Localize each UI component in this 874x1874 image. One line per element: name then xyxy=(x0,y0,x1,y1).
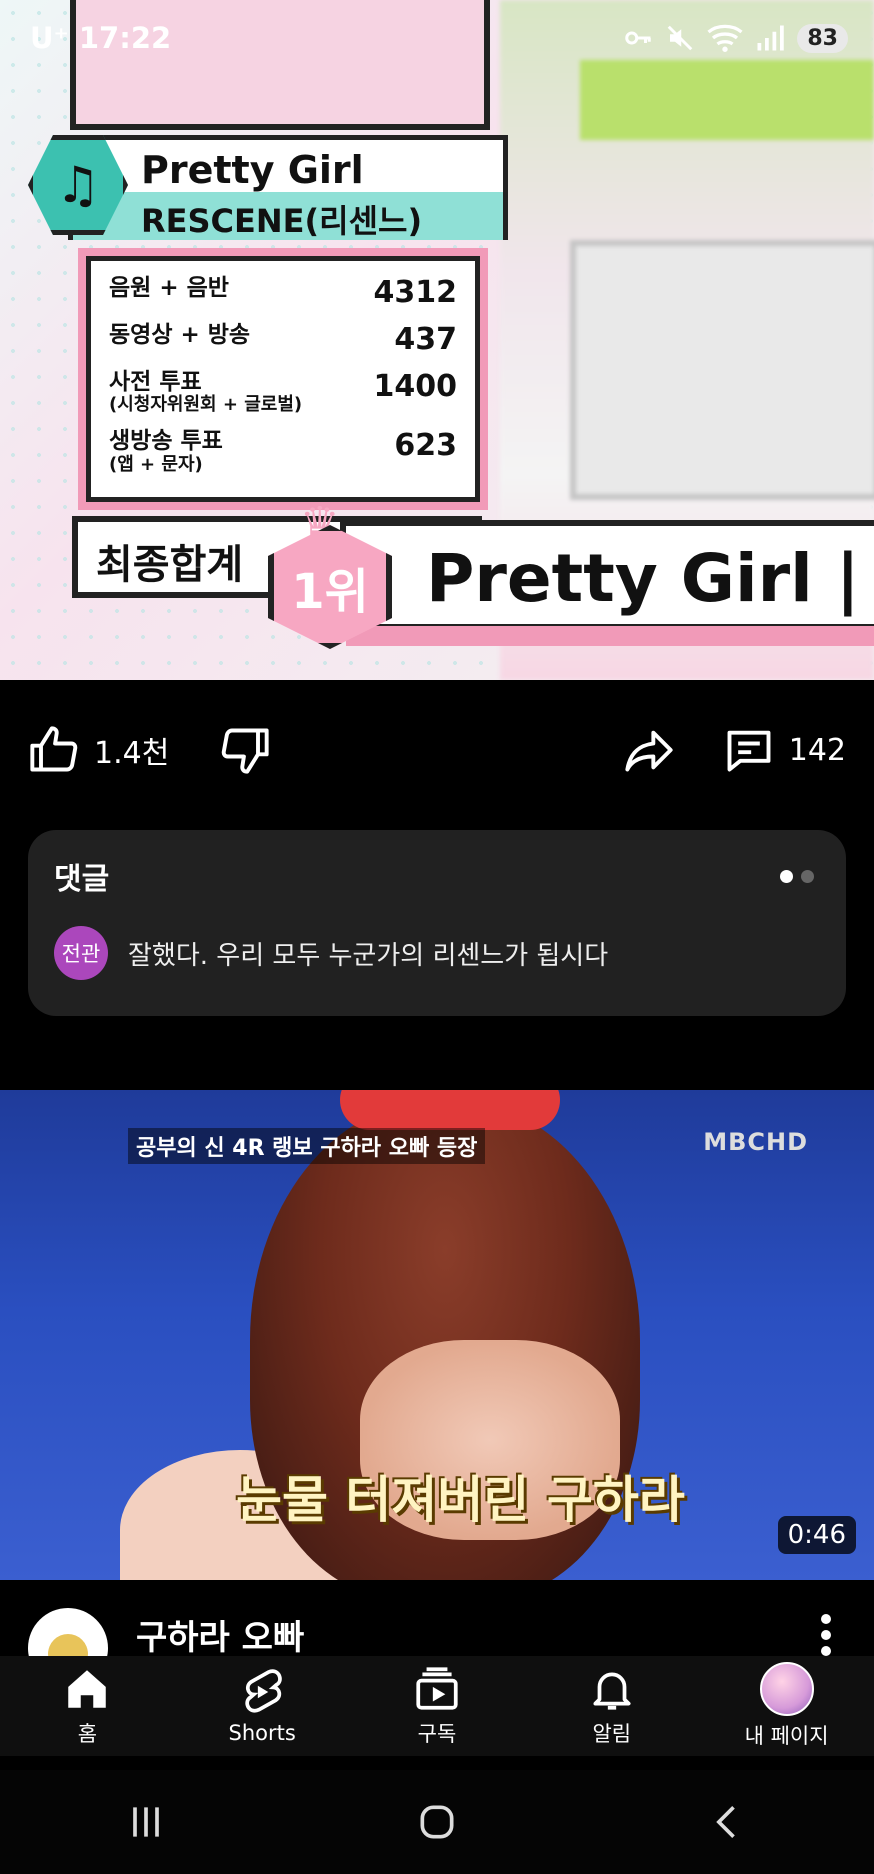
score-value: 1400 xyxy=(373,369,458,404)
bell-icon xyxy=(593,1672,631,1710)
video-player-pretty-girl[interactable]: Pretty Girl RESCENE(리센느) ♫ 음원 + 음반 4312 … xyxy=(0,0,874,680)
clock: 17:22 xyxy=(78,21,172,55)
like-button[interactable]: 1.4천 xyxy=(28,724,169,776)
rank-text: 1위 xyxy=(291,564,369,620)
top-comment[interactable]: 전관 잘했다. 우리 모두 누군가의 리센느가 됩시다 xyxy=(54,926,820,980)
share-icon xyxy=(625,730,673,772)
video-thumbnail-gu-hara[interactable]: 공부의 신 4R 랭보 구하라 오빠 등장 MBCHD 눈물 터져버린 구하라 … xyxy=(0,1090,874,1580)
final-total-label: 최종합계 xyxy=(96,542,244,588)
score-label: 동영상 + 방송 xyxy=(109,322,251,348)
status-left: U⁺ 17:22 xyxy=(30,21,171,55)
blurred-score-box xyxy=(570,240,874,500)
home-icon xyxy=(68,1670,107,1708)
score-label: 음원 + 음반 xyxy=(109,275,229,301)
status-right: 83 xyxy=(623,23,848,53)
bottom-navigation: 홈 Shorts 구독 알림 내 페이지 xyxy=(0,1656,874,1756)
vpn-key-icon xyxy=(625,31,652,45)
artist-band: RESCENE(리센느) xyxy=(73,192,503,240)
commenter-avatar: 전관 xyxy=(54,926,108,980)
home-button-icon[interactable] xyxy=(415,1800,459,1844)
score-row: 생방송 투표 (앱 + 문자) 623 xyxy=(109,428,457,475)
wifi-icon xyxy=(707,24,743,52)
comment-text: 잘했다. 우리 모두 누군가의 리센느가 됩시다 xyxy=(128,940,609,971)
mute-icon xyxy=(668,25,693,51)
thumbs-up-icon xyxy=(30,726,78,772)
subscriptions-icon xyxy=(416,1667,458,1710)
nav-my-page[interactable]: 내 페이지 xyxy=(707,1662,867,1750)
video-meta-row[interactable]: 구하라 오빠 xyxy=(0,1580,874,1688)
thumbs-down-icon xyxy=(222,728,269,774)
score-label: 생방송 투표 (앱 + 문자) xyxy=(109,428,223,475)
video-caption: 눈물 터져버린 구하라 xyxy=(236,1471,685,1529)
duration-badge: 0:46 xyxy=(777,1516,856,1554)
share-button[interactable] xyxy=(623,724,675,776)
score-table: 음원 + 음반 4312 동영상 + 방송 437 사전 투표 (시청자위원회 +… xyxy=(78,248,488,510)
show-logo: 공부의 신 4R 랭보 구하라 오빠 등장 xyxy=(128,1128,486,1164)
thumbnail-hair-bow xyxy=(340,1090,560,1130)
comments-title: 댓글 xyxy=(54,862,110,897)
broadcaster-logo: MBCHD xyxy=(703,1128,808,1156)
status-bar: U⁺ 17:22 83 xyxy=(0,0,874,76)
nav-notifications-label: 알림 xyxy=(592,1722,632,1746)
carousel-dot-active xyxy=(780,870,793,883)
nav-shorts-label: Shorts xyxy=(228,1721,296,1745)
nav-home[interactable]: 홈 xyxy=(7,1664,167,1748)
carousel-dots xyxy=(780,870,814,883)
comment-icon xyxy=(727,730,771,772)
shorts-icon xyxy=(245,1669,282,1713)
comments-button[interactable]: 142 xyxy=(723,724,846,776)
song-title: Pretty Girl xyxy=(141,148,364,192)
nav-subscriptions[interactable]: 구독 xyxy=(357,1664,517,1748)
dislike-button[interactable] xyxy=(219,724,271,776)
score-row: 동영상 + 방송 437 xyxy=(109,322,457,357)
comment-count: 142 xyxy=(788,732,846,768)
signal-icon xyxy=(757,25,785,51)
avatar xyxy=(759,1662,814,1716)
score-label: 사전 투표 (시청자위원회 + 글로벌) xyxy=(109,369,303,416)
carrier: U⁺ xyxy=(30,21,69,55)
nav-my-page-label: 내 페이지 xyxy=(744,1724,829,1748)
winner-banner: Pretty Girl | R xyxy=(340,520,874,646)
nav-subscriptions-label: 구독 xyxy=(417,1722,457,1746)
score-table-inner: 음원 + 음반 4312 동영상 + 방송 437 사전 투표 (시청자위원회 +… xyxy=(86,256,480,502)
score-row: 사전 투표 (시청자위원회 + 글로벌) 1400 xyxy=(109,369,457,416)
nav-home-label: 홈 xyxy=(77,1722,98,1746)
system-navigation-bar xyxy=(0,1770,874,1874)
score-value: 437 xyxy=(394,322,457,357)
comments-card[interactable]: 댓글 전관 잘했다. 우리 모두 누군가의 리센느가 됩시다 xyxy=(28,830,846,1016)
score-value: 4312 xyxy=(373,275,458,310)
song-title-card: Pretty Girl RESCENE(리센느) xyxy=(68,135,508,240)
winner-banner-text: Pretty Girl | R xyxy=(426,540,874,617)
carousel-dot xyxy=(801,870,814,883)
back-icon[interactable] xyxy=(706,1800,750,1844)
score-value: 623 xyxy=(394,428,457,464)
banner-underline xyxy=(346,626,874,646)
action-bar: 1.4천 142 xyxy=(0,700,874,800)
artist-name: RESCENE(리센느) xyxy=(141,202,423,240)
nav-notifications[interactable]: 알림 xyxy=(532,1664,692,1748)
recent-apps-icon[interactable] xyxy=(124,1800,168,1844)
like-count: 1.4천 xyxy=(94,736,170,771)
more-options-icon[interactable] xyxy=(820,1614,832,1656)
score-row: 음원 + 음반 4312 xyxy=(109,275,457,310)
battery-indicator: 83 xyxy=(797,23,848,53)
nav-shorts[interactable]: Shorts xyxy=(182,1667,342,1745)
channel-name: 구하라 오빠 xyxy=(136,1618,305,1658)
